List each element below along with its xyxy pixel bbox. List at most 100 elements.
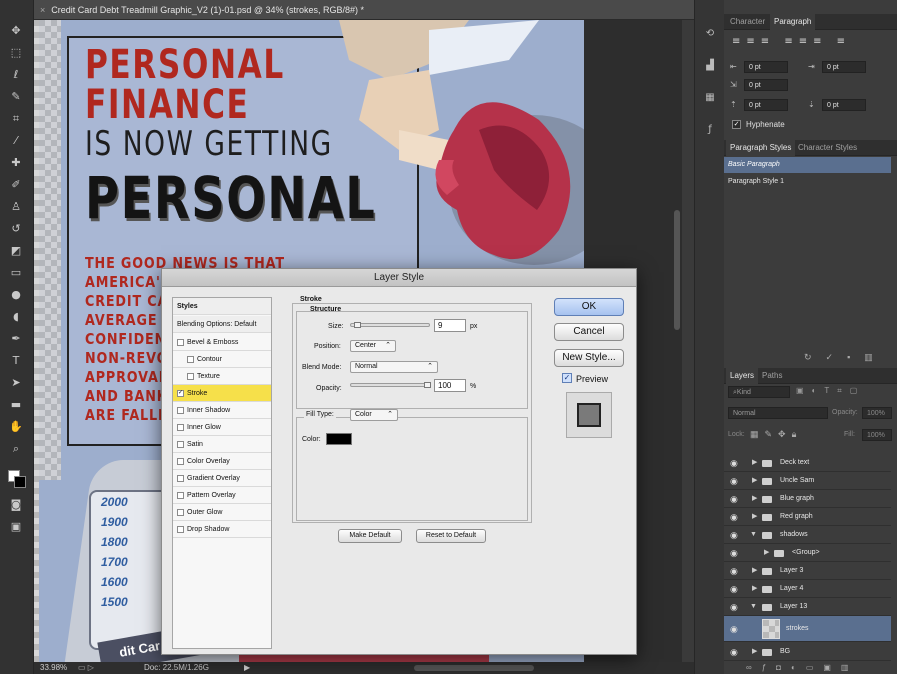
stroke-color-swatch[interactable] [326, 433, 352, 445]
style-item-satin[interactable]: Satin [173, 436, 271, 453]
layer-row[interactable]: ◉ ▶ <Group> [724, 544, 891, 562]
collapse-arrow-icon[interactable]: ▼ [750, 526, 757, 544]
status-menu-arrow-icon[interactable]: ▶ [244, 662, 250, 674]
clone-stamp-tool-icon[interactable]: ♙ [6, 200, 26, 214]
make-default-button[interactable]: Make Default [338, 529, 402, 543]
style-checkbox-checked[interactable]: ✓ [177, 390, 184, 397]
gradient-tool-icon[interactable]: ▭ [6, 266, 26, 280]
tab-character[interactable]: Character [726, 14, 769, 30]
paragraph-style-item[interactable]: Paragraph Style 1 [724, 174, 891, 190]
histogram-panel-icon[interactable]: ▟ [702, 60, 718, 74]
marquee-tool-icon[interactable]: ⬚ [6, 46, 26, 60]
style-item-outer-glow[interactable]: Outer Glow [173, 504, 271, 521]
swatches-panel-icon[interactable]: ▦ [702, 92, 718, 106]
layer-row[interactable]: ◉ ▼ Layer 13 [724, 598, 891, 616]
first-line-indent-field[interactable]: 0 pt [744, 79, 788, 91]
move-tool-icon[interactable]: ✥ [6, 24, 26, 38]
document-tab[interactable]: × Credit Card Debt Treadmill Graphic_V2 (… [34, 0, 694, 20]
layer-row[interactable]: ◉ ▶ Blue graph [724, 490, 891, 508]
eyedropper-tool-icon[interactable]: ⁄ [6, 134, 26, 148]
horizontal-scrollbar[interactable] [414, 665, 534, 671]
style-checkbox[interactable] [187, 356, 194, 363]
style-checkbox[interactable] [177, 441, 184, 448]
screen-mode-icon[interactable]: ▣ [6, 520, 26, 534]
type-tool-icon[interactable]: T [6, 354, 26, 368]
layer-filter-icons[interactable]: ▣◐T⌗▢ [796, 386, 865, 396]
layers-footer-icons[interactable]: ∞ƒ◘◐▭▣▥ [746, 662, 859, 674]
layer-row[interactable]: ◉ ▶ Layer 3 [724, 562, 891, 580]
pen-tool-icon[interactable]: ✒ [6, 332, 26, 346]
layer-fill-field[interactable]: 100% [862, 429, 892, 441]
style-checkbox[interactable] [177, 458, 184, 465]
indent-right-field[interactable]: 0 pt [822, 61, 866, 73]
expand-arrow-icon[interactable]: ▶ [752, 643, 757, 661]
eye-icon[interactable]: ◉ [730, 562, 738, 580]
layer-row[interactable]: ◉ ▶ Layer 4 [724, 580, 891, 598]
tab-paragraph-styles[interactable]: Paragraph Styles [726, 140, 796, 156]
expand-arrow-icon[interactable]: ▶ [752, 508, 757, 526]
style-item-drop-shadow[interactable]: Drop Shadow [173, 521, 271, 538]
style-checkbox[interactable] [177, 492, 184, 499]
opacity-field[interactable]: 100 [434, 379, 466, 392]
crop-tool-icon[interactable]: ⌗ [6, 112, 26, 126]
style-item-texture[interactable]: Texture [173, 368, 271, 385]
style-checkbox[interactable] [177, 339, 184, 346]
blend-mode-dropdown[interactable]: Normal ⌃ [350, 361, 438, 373]
tab-character-styles[interactable]: Character Styles [794, 140, 861, 156]
expand-arrow-icon[interactable]: ▶ [752, 490, 757, 508]
space-after-field[interactable]: 0 pt [822, 99, 866, 111]
style-checkbox[interactable] [177, 424, 184, 431]
style-item-bevel-emboss[interactable]: Bevel & Emboss [173, 334, 271, 351]
hyphenate-checkbox[interactable]: ✓ [732, 120, 741, 129]
eraser-tool-icon[interactable]: ◩ [6, 244, 26, 258]
eye-icon[interactable]: ◉ [730, 454, 738, 472]
opacity-slider-track[interactable] [350, 383, 430, 387]
dialog-title[interactable]: Layer Style [162, 269, 636, 287]
eye-icon[interactable]: ◉ [730, 526, 738, 544]
style-checkbox[interactable] [177, 475, 184, 482]
expand-arrow-icon[interactable]: ▶ [752, 472, 757, 490]
eye-icon[interactable]: ◉ [730, 544, 738, 562]
shape-tool-icon[interactable]: ▬ [6, 398, 26, 412]
style-item-inner-glow[interactable]: Inner Glow [173, 419, 271, 436]
eye-icon[interactable]: ◉ [730, 580, 738, 598]
space-before-field[interactable]: 0 pt [744, 99, 788, 111]
dodge-tool-icon[interactable]: ◖ [6, 310, 26, 324]
size-slider-knob[interactable] [354, 322, 361, 328]
path-select-tool-icon[interactable]: ➤ [6, 376, 26, 390]
expand-arrow-icon[interactable]: ▶ [752, 454, 757, 472]
blending-options-item[interactable]: Blending Options: Default [173, 316, 271, 333]
close-tab-icon[interactable]: × [40, 5, 45, 15]
position-dropdown[interactable]: Center ⌃ [350, 340, 396, 352]
opacity-slider-knob[interactable] [424, 382, 431, 388]
style-checkbox[interactable] [177, 407, 184, 414]
actions-panel-icon[interactable]: ƒ [702, 124, 718, 138]
style-item-inner-shadow[interactable]: Inner Shadow [173, 402, 271, 419]
styles-footer-icons[interactable]: ↻✓▪▥ [804, 352, 887, 363]
layer-row[interactable]: ◉ ▶ Red graph [724, 508, 891, 526]
collapse-arrow-icon[interactable]: ▼ [750, 598, 757, 616]
styles-header[interactable]: Styles [173, 298, 271, 315]
preview-checkbox[interactable]: ✓ [562, 373, 572, 383]
layer-opacity-field[interactable]: 100% [862, 407, 892, 419]
layer-row[interactable]: ◉ ▶ Uncle Sam [724, 472, 891, 490]
eye-icon[interactable]: ◉ [730, 472, 738, 490]
lasso-tool-icon[interactable]: ℓ [6, 68, 26, 82]
eye-icon[interactable]: ◉ [730, 508, 738, 526]
new-style-button[interactable]: New Style... [554, 349, 624, 367]
expand-arrow-icon[interactable]: ▶ [764, 544, 769, 562]
reset-to-default-button[interactable]: Reset to Default [416, 529, 486, 543]
tab-layers[interactable]: Layers [726, 368, 759, 384]
cancel-button[interactable]: Cancel [554, 323, 624, 341]
healing-brush-tool-icon[interactable]: ✚ [6, 156, 26, 170]
brush-tool-icon[interactable]: ✐ [6, 178, 26, 192]
style-item-stroke[interactable]: ✓ Stroke [173, 385, 271, 402]
ok-button[interactable]: OK [554, 298, 624, 316]
paragraph-align-buttons[interactable]: ≡≡≡ ≡≡≡ ≡ [732, 36, 892, 50]
layer-filter-kind[interactable]: ⌕Kind [728, 386, 790, 398]
size-slider-track[interactable] [350, 323, 430, 327]
blend-mode-select[interactable]: Normal [728, 407, 828, 419]
style-item-color-overlay[interactable]: Color Overlay [173, 453, 271, 470]
lock-icons[interactable]: ▦✎✥🔒︎ [750, 429, 802, 440]
size-field[interactable]: 9 [434, 319, 466, 332]
